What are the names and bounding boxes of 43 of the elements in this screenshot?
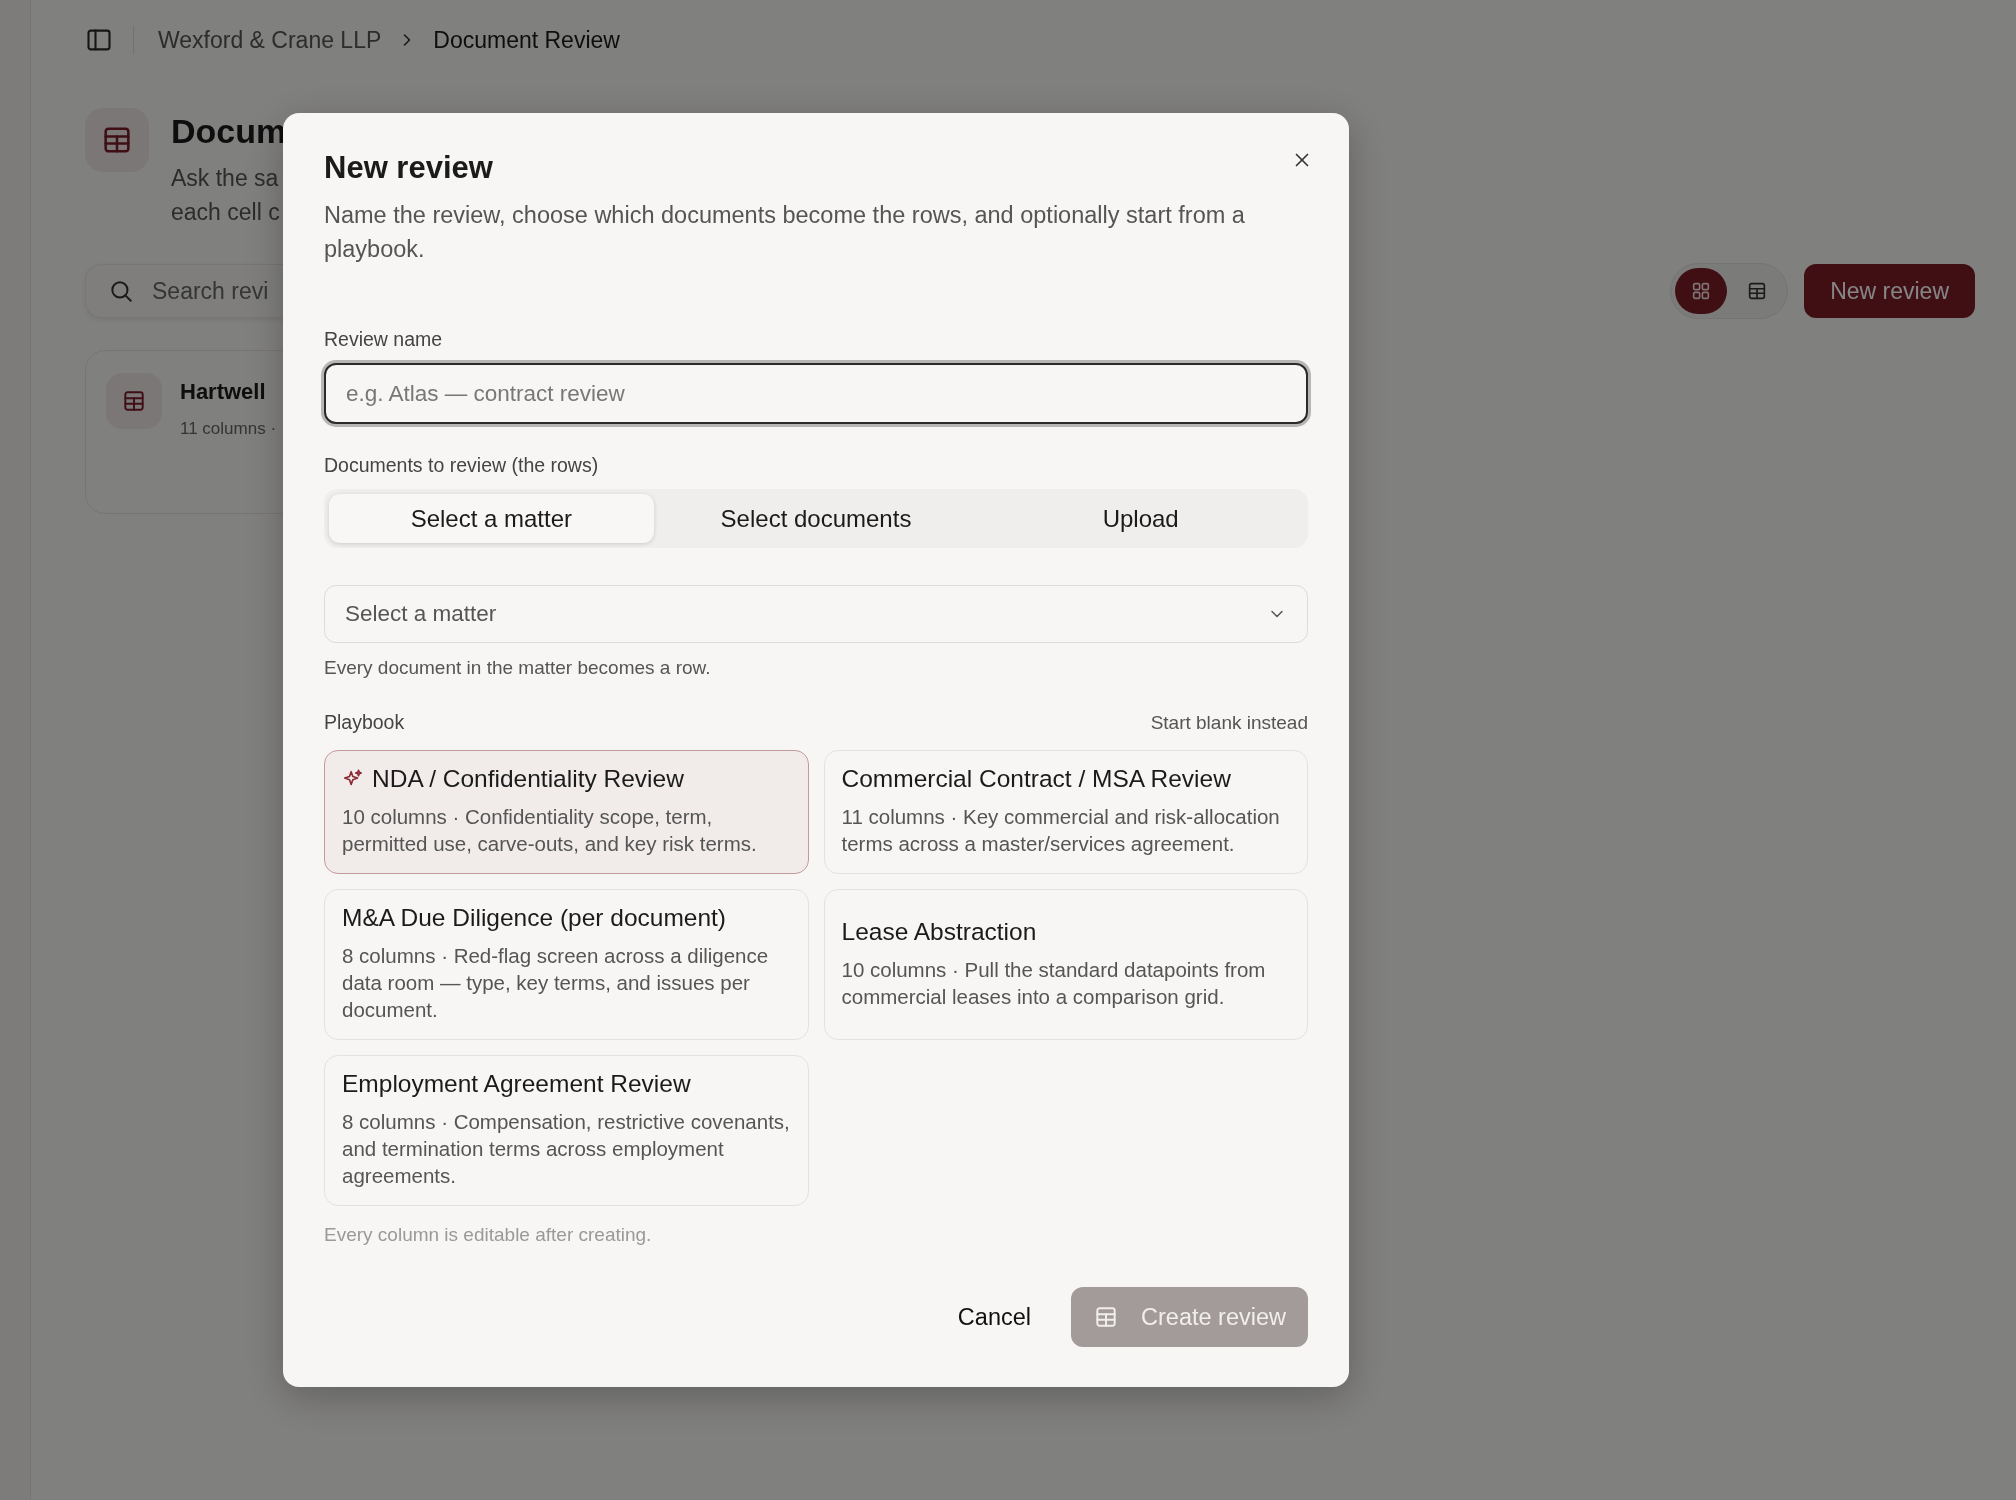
helper-text: Every document in the matter becomes a row. (324, 657, 712, 679)
playbook-description: 10 columns · Pull the standard datapoints from commercial leases into a comparison grid. (841, 956, 1267, 1010)
playbook-title: M&A Due Diligence (per document) (342, 904, 726, 932)
review-name-input[interactable]: e.g. Atlas — contract review (324, 363, 1308, 424)
grid-view-button[interactable] (1675, 268, 1728, 314)
playbook-title: Commercial Contract / MSA Review (841, 765, 1231, 793)
search-placeholder: Search revi (152, 277, 269, 305)
matter-select[interactable]: Select a matter (324, 585, 1308, 643)
breadcrumb-item: Document Review (433, 26, 620, 54)
start-blank-link[interactable]: Start blank instead (1150, 711, 1308, 734)
playbook-description: 10 columns · Confidentiality scope, term, permitted use, carve-outs, and key risk terms. (342, 804, 758, 857)
search-icon (108, 278, 134, 304)
cancel-button[interactable]: Cancel (957, 1303, 1031, 1331)
page-description: Ask the sa (171, 164, 280, 193)
playbook-title: NDA / Confidentiality Review (372, 765, 684, 793)
field-label: Documents to review (the rows) (324, 454, 600, 477)
playbook-description: 11 columns · Key commercial and risk-allocation terms across a master/services agreement. (841, 804, 1281, 857)
page-title: Docum (171, 112, 287, 151)
playbook-title: Employment Agreement Review (342, 1070, 691, 1098)
playbook-card[interactable]: Lease Abstraction 10 columns · Pull the standard datapoints from commercial leases into a comparison grid. (823, 889, 1308, 1040)
section-label: Playbook (324, 711, 405, 734)
playbook-description: 8 columns · Compensation, restrictive covenants, and termination terms across employment agreements. (342, 1109, 791, 1189)
review-meta: 11 columns · (180, 419, 277, 439)
table-icon (1093, 1304, 1119, 1330)
playbook-title: Lease Abstraction (841, 917, 1037, 946)
source-tab[interactable]: Upload (978, 494, 1303, 543)
table-icon (121, 388, 147, 414)
playbook-card[interactable]: NDA / Confidentiality Review 10 columns · Confidentiality scope, term, permitted use, carve-outs, and key risk terms. (324, 750, 809, 874)
page-description: each cell c (171, 198, 281, 227)
playbook-card[interactable]: Commercial Contract / MSA Review 11 columns · Key commercial and risk-allocation terms across a master/services agreement. (823, 750, 1308, 874)
playbook-card[interactable]: Employment Agreement Review 8 columns · Compensation, restrictive covenants, and termination terms across employment agreements. (324, 1055, 809, 1206)
playbook-card[interactable]: M&A Due Diligence (per document) 8 columns · Red-flag screen across a diligence data room — type, key terms, and issues per document. (324, 889, 809, 1040)
dialog-title: New review (324, 150, 493, 186)
review-title: Hartwell (180, 379, 267, 405)
breadcrumb-item[interactable]: Wexford & Crane LLP (158, 26, 382, 54)
select-placeholder: Select a matter (345, 601, 497, 627)
footnote: Every column is editable after creating. (324, 1224, 653, 1246)
source-tab[interactable]: Select documents (653, 494, 979, 543)
playbook-description: 8 columns · Red-flag screen across a diligence data room — type, key terms, and issues per document. (342, 943, 770, 1023)
dialog-description: Name the review, choose which documents become the rows, and optionally start from a playbook. (324, 201, 1246, 264)
new-review-button[interactable]: New review (1804, 264, 1975, 318)
field-label: Review name (324, 328, 444, 351)
source-tab[interactable]: Select a matter (329, 494, 654, 543)
